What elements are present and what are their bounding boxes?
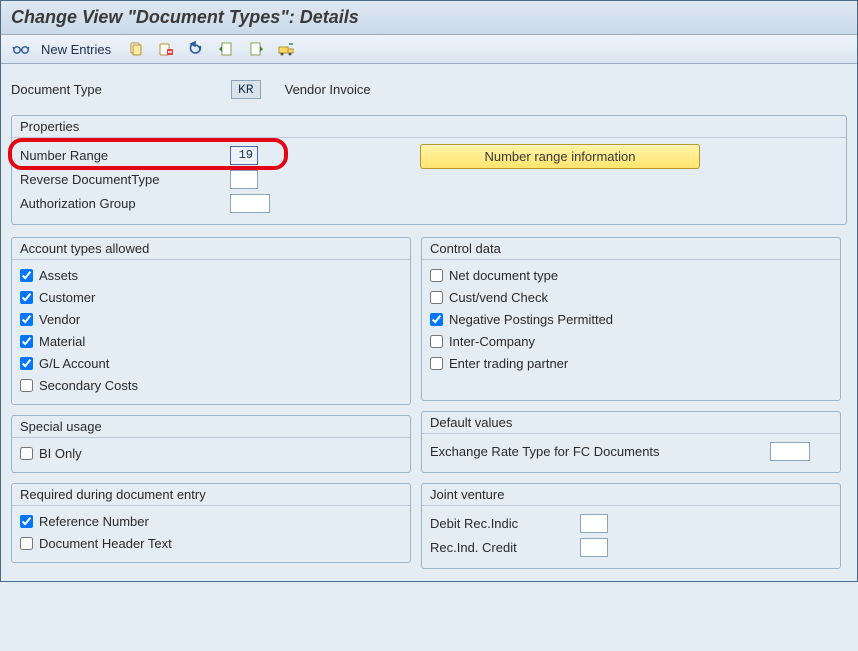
control-data-checkbox[interactable]: [430, 291, 443, 304]
required-entry-title: Required during document entry: [12, 484, 410, 506]
transport-icon[interactable]: [275, 39, 299, 59]
account-type-item: G/L Account: [20, 352, 402, 374]
control-data-group: Control data Net document type Cust/vend …: [421, 237, 841, 401]
control-data-item: Cust/vend Check: [430, 286, 832, 308]
control-data-item: Enter trading partner: [430, 352, 832, 374]
special-usage-title: Special usage: [12, 416, 410, 438]
account-type-item: Vendor: [20, 308, 402, 330]
required-entry-label: Document Header Text: [39, 536, 172, 551]
account-type-checkbox[interactable]: [20, 313, 33, 326]
glasses-icon[interactable]: [9, 39, 33, 59]
control-data-item: Net document type: [430, 264, 832, 286]
doc-type-desc: Vendor Invoice: [285, 82, 371, 97]
account-type-label: Customer: [39, 290, 95, 305]
special-usage-group: Special usage BI Only: [11, 415, 411, 473]
reverse-doc-input[interactable]: [230, 170, 258, 189]
auth-group-label: Authorization Group: [20, 196, 230, 211]
control-data-label: Cust/vend Check: [449, 290, 548, 305]
account-type-checkbox[interactable]: [20, 357, 33, 370]
control-data-label: Enter trading partner: [449, 356, 568, 371]
required-entry-checkbox[interactable]: [20, 537, 33, 550]
account-type-label: G/L Account: [39, 356, 109, 371]
joint-venture-group: Joint venture Debit Rec.Indic Rec.Ind. C…: [421, 483, 841, 569]
control-data-label: Net document type: [449, 268, 558, 283]
credit-rec-input[interactable]: [580, 538, 608, 557]
control-data-item: Negative Postings Permitted: [430, 308, 832, 330]
control-data-checkbox[interactable]: [430, 313, 443, 326]
debit-rec-label: Debit Rec.Indic: [430, 516, 580, 531]
control-data-checkbox[interactable]: [430, 269, 443, 282]
required-entry-group: Required during document entry Reference…: [11, 483, 411, 563]
number-range-info-button[interactable]: Number range information: [420, 144, 700, 169]
account-type-item: Assets: [20, 264, 402, 286]
number-range-input[interactable]: [230, 146, 258, 165]
copy-icon[interactable]: [125, 39, 147, 59]
account-type-checkbox[interactable]: [20, 379, 33, 392]
doc-next-icon[interactable]: [245, 39, 267, 59]
account-type-item: Material: [20, 330, 402, 352]
doc-type-code: KR: [231, 80, 261, 99]
body: Document Type KR Vendor Invoice Properti…: [1, 64, 857, 581]
control-data-title: Control data: [422, 238, 840, 260]
number-range-label: Number Range: [20, 148, 230, 163]
required-entry-checkbox[interactable]: [20, 515, 33, 528]
required-entry-label: Reference Number: [39, 514, 149, 529]
reverse-doc-label: Reverse DocumentType: [20, 172, 230, 187]
undo-icon[interactable]: [185, 39, 207, 59]
control-data-item: Inter-Company: [430, 330, 832, 352]
exch-rate-input[interactable]: [770, 442, 810, 461]
account-types-title: Account types allowed: [12, 238, 410, 260]
control-data-checkbox[interactable]: [430, 335, 443, 348]
control-data-label: Inter-Company: [449, 334, 535, 349]
doc-type-label: Document Type: [11, 82, 221, 97]
properties-title: Properties: [12, 116, 846, 138]
special-usage-label: BI Only: [39, 446, 82, 461]
account-type-checkbox[interactable]: [20, 269, 33, 282]
required-entry-item: Document Header Text: [20, 532, 402, 554]
control-data-label: Negative Postings Permitted: [449, 312, 613, 327]
account-type-label: Assets: [39, 268, 78, 283]
doc-prev-icon[interactable]: [215, 39, 237, 59]
account-types-group: Account types allowed Assets Customer Vend…: [11, 237, 411, 405]
account-type-label: Material: [39, 334, 85, 349]
new-entries-button[interactable]: New Entries: [41, 42, 111, 57]
credit-rec-label: Rec.Ind. Credit: [430, 540, 580, 555]
delete-icon[interactable]: [155, 39, 177, 59]
account-type-label: Vendor: [39, 312, 80, 327]
control-data-checkbox[interactable]: [430, 357, 443, 370]
default-values-title: Default values: [422, 412, 840, 434]
debit-rec-input[interactable]: [580, 514, 608, 533]
account-type-item: Secondary Costs: [20, 374, 402, 396]
default-values-group: Default values Exchange Rate Type for FC…: [421, 411, 841, 473]
page-title: Change View "Document Types": Details: [1, 1, 857, 35]
toolbar: New Entries: [1, 35, 857, 64]
required-entry-item: Reference Number: [20, 510, 402, 532]
account-type-checkbox[interactable]: [20, 291, 33, 304]
header-row: Document Type KR Vendor Invoice: [11, 70, 847, 115]
exch-rate-label: Exchange Rate Type for FC Documents: [430, 444, 770, 459]
account-type-label: Secondary Costs: [39, 378, 138, 393]
joint-venture-title: Joint venture: [422, 484, 840, 506]
auth-group-input[interactable]: [230, 194, 270, 213]
special-usage-item: BI Only: [20, 442, 402, 464]
account-type-checkbox[interactable]: [20, 335, 33, 348]
properties-group: Properties Number Range Reverse Document…: [11, 115, 847, 225]
special-usage-checkbox[interactable]: [20, 447, 33, 460]
account-type-item: Customer: [20, 286, 402, 308]
